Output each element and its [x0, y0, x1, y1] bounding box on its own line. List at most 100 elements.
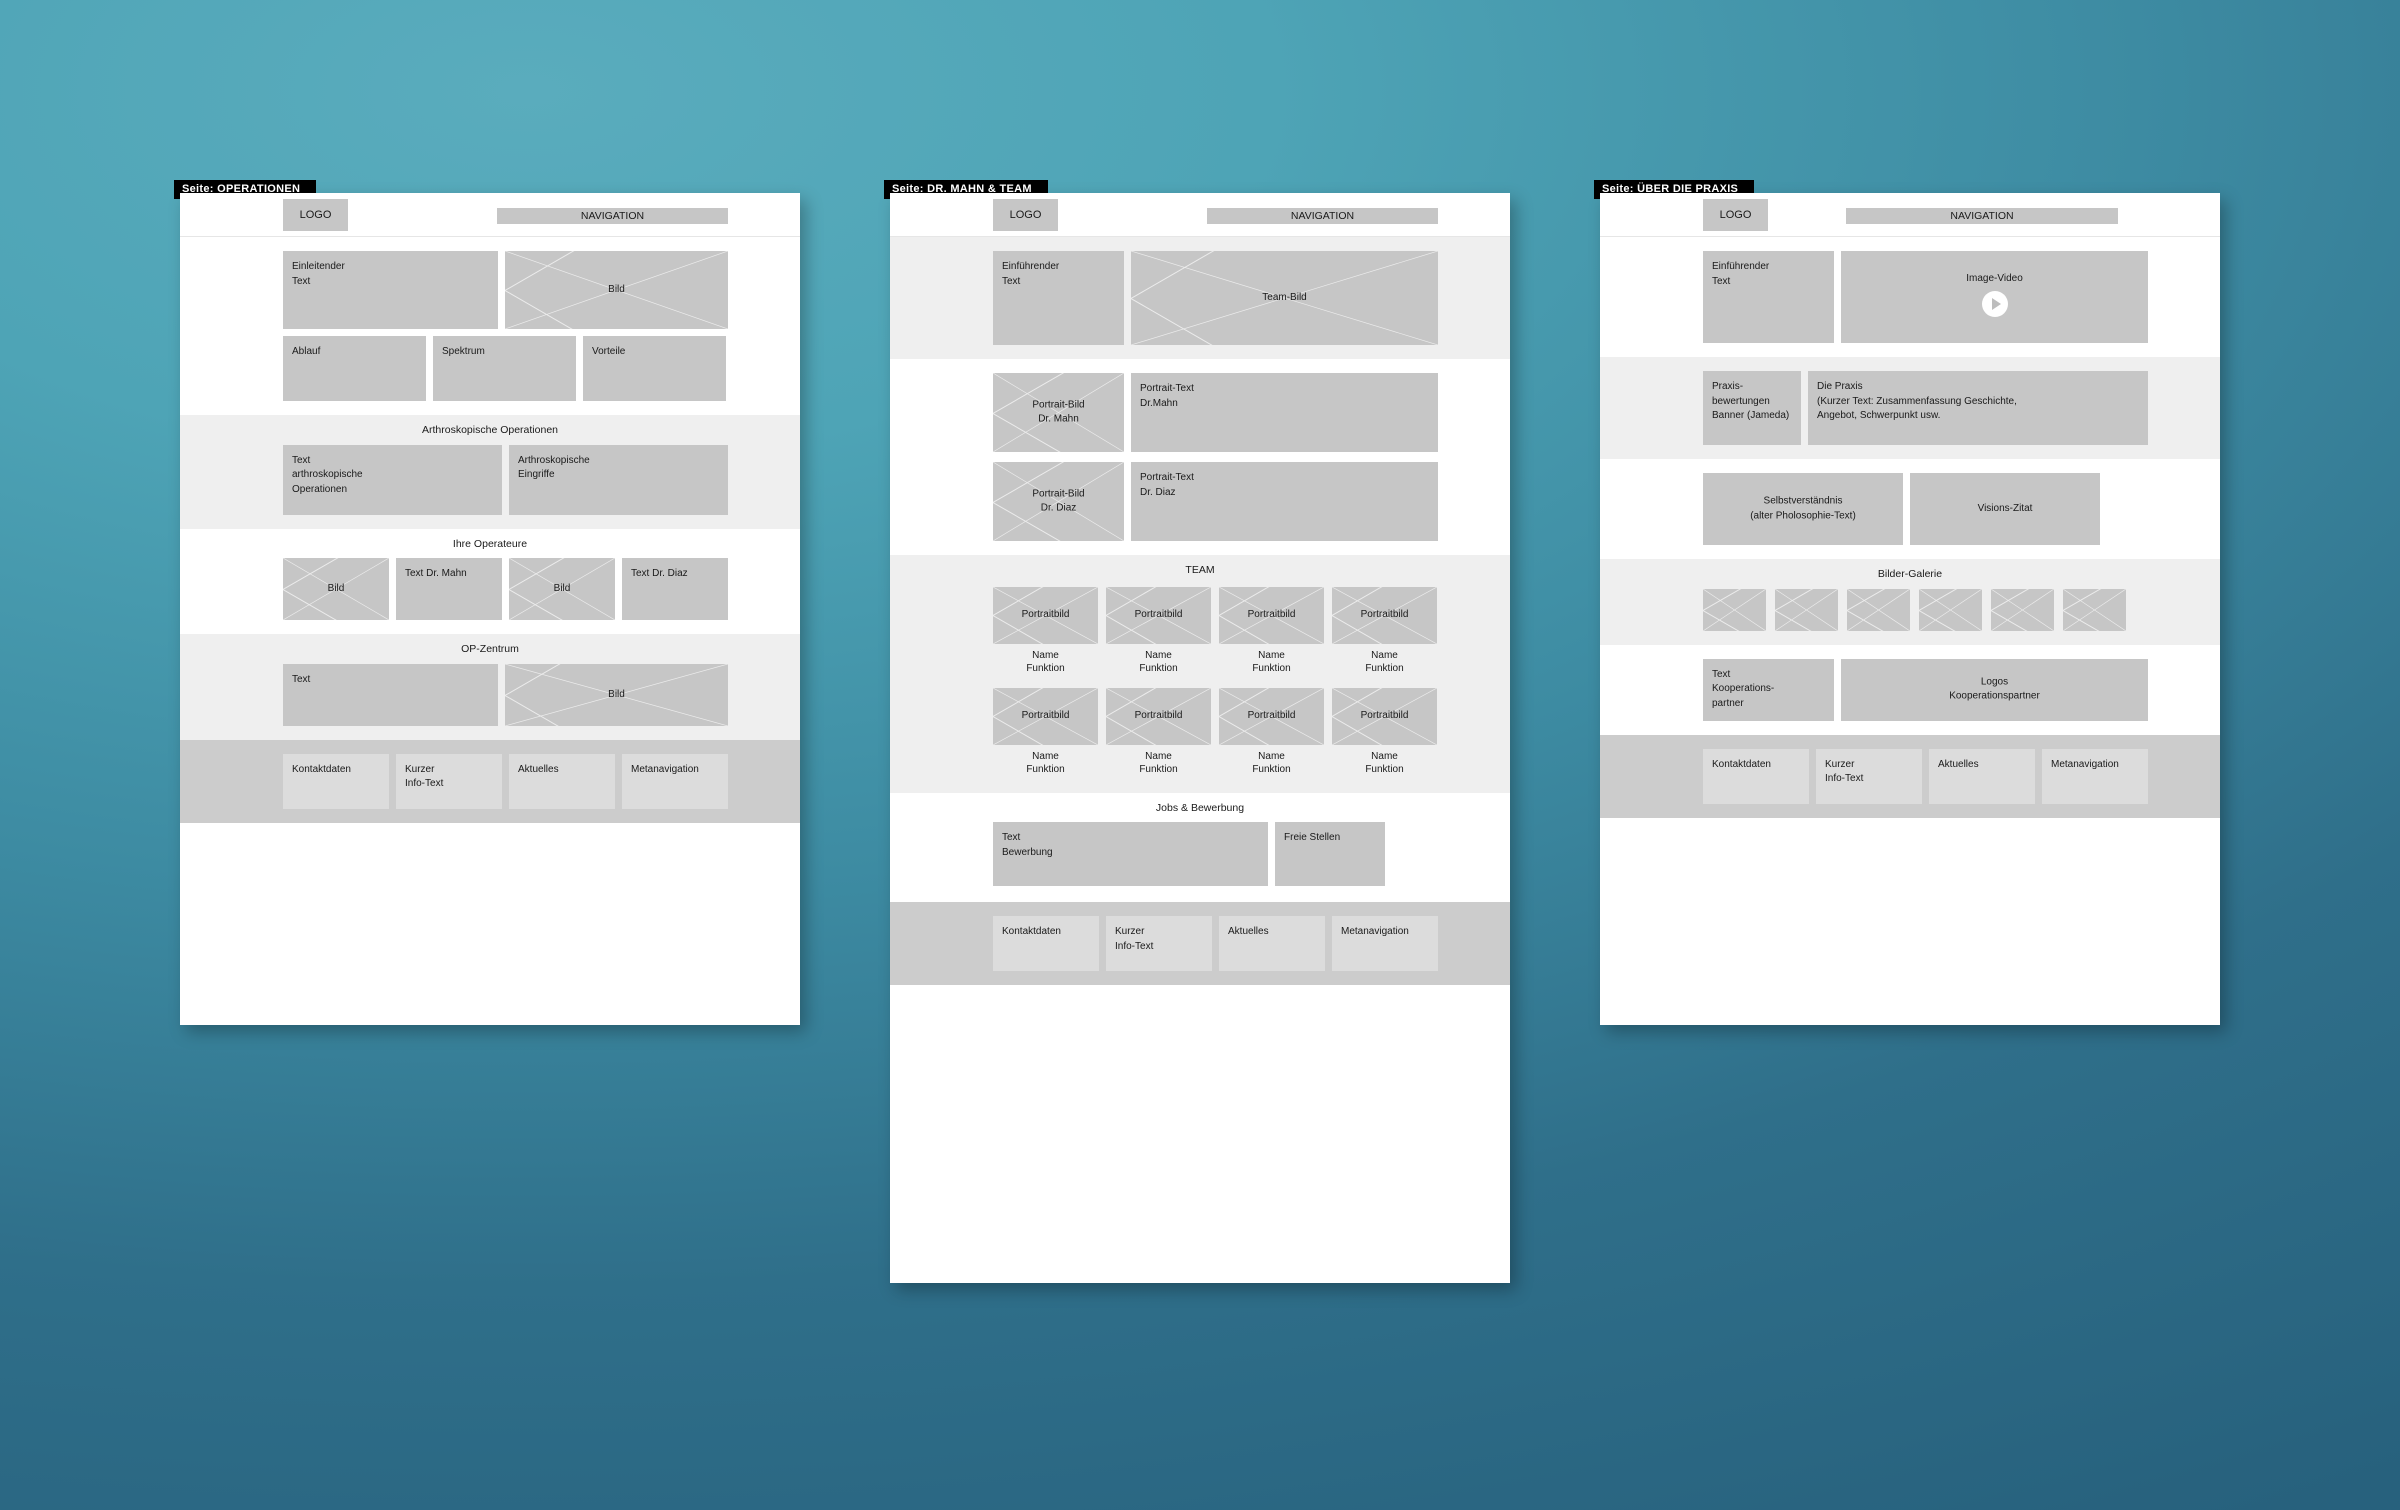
block-portraitbild[interactable]: Portraitbild: [1332, 586, 1437, 644]
block-spektrum[interactable]: Spektrum: [433, 336, 576, 401]
team-member[interactable]: Portraitbild Name Funktion: [1332, 586, 1437, 676]
team-member[interactable]: Portraitbild Name Funktion: [993, 687, 1098, 777]
block-text-kooperationspartner[interactable]: Text Kooperations- partner: [1703, 658, 1834, 721]
gallery-thumb[interactable]: [1847, 588, 1910, 631]
block-praxisbewertungen-banner[interactable]: Praxis- bewertungen Banner (Jameda): [1703, 371, 1801, 445]
block-ablauf[interactable]: Ablauf: [283, 336, 426, 401]
section-portraits: Portrait-Bild Dr. Mahn Portrait-Text Dr.…: [890, 359, 1510, 555]
logo-box[interactable]: LOGO: [1703, 199, 1768, 231]
navigation-bar[interactable]: NAVIGATION: [497, 208, 728, 224]
block-visions-zitat[interactable]: Visions-Zitat: [1910, 473, 2100, 545]
team-member[interactable]: Portraitbild Name Funktion: [1106, 586, 1211, 676]
image-placeholder-icon: [1919, 589, 1982, 631]
block-text-arthroskopische-operationen[interactable]: Text arthroskopische Operationen: [283, 444, 502, 515]
footer-aktuelles[interactable]: Aktuelles: [1929, 748, 2035, 804]
gallery-thumb[interactable]: [2063, 588, 2126, 631]
block-bild-dr-diaz[interactable]: Bild: [509, 558, 615, 621]
block-selbstverstaendnis[interactable]: Selbstverständnis (alter Pholosophie-Tex…: [1703, 473, 1903, 545]
block-label: Einleitender Text: [292, 261, 345, 287]
footer-kontaktdaten[interactable]: Kontaktdaten: [1703, 748, 1809, 804]
block-einfuehrender-text[interactable]: Einführender Text: [1703, 251, 1834, 343]
section-title: Ihre Operateure: [452, 537, 528, 550]
block-portraitbild[interactable]: Portraitbild: [1106, 687, 1211, 745]
navigation-bar[interactable]: NAVIGATION: [1207, 208, 1438, 224]
block-label: Text Dr. Diaz: [631, 568, 688, 580]
block-portrait-text-dr-diaz[interactable]: Portrait-Text Dr. Diaz: [1131, 462, 1438, 541]
footer-aktuelles[interactable]: Aktuelles: [509, 753, 615, 809]
gallery-thumb[interactable]: [1703, 588, 1766, 631]
block-label: Aktuelles: [518, 763, 559, 775]
section-title: Arthroskopische Operationen: [422, 424, 558, 436]
gallery-thumb[interactable]: [1919, 588, 1982, 631]
board-ueber-die-praxis[interactable]: Seite: ÜBER DIE PRAXIS LOGO NAVIGATION E…: [1594, 180, 2220, 1025]
footer-kurzer-info-text[interactable]: Kurzer Info-Text: [1106, 916, 1212, 972]
block-bild-dr-mahn[interactable]: Bild: [283, 558, 389, 621]
team-member[interactable]: Portraitbild Name Funktion: [993, 586, 1098, 676]
block-portrait-text-dr-mahn[interactable]: Portrait-Text Dr.Mahn: [1131, 373, 1438, 452]
team-row-2: Portraitbild Name Funktion Portraitbild …: [993, 687, 1438, 777]
block-image-video[interactable]: Image-Video: [1841, 251, 2148, 343]
team-member-caption: Name Funktion: [1252, 649, 1291, 675]
navigation-bar[interactable]: NAVIGATION: [1846, 208, 2118, 224]
block-text-dr-diaz[interactable]: Text Dr. Diaz: [622, 558, 728, 621]
image-placeholder-icon: [2063, 589, 2126, 631]
team-member[interactable]: Portraitbild Name Funktion: [1219, 586, 1324, 676]
intro-row-1: Einleitender Text Bild: [283, 251, 728, 329]
play-icon[interactable]: [1981, 291, 2008, 317]
block-label: Metanavigation: [2051, 758, 2119, 770]
team-member-caption: Name Funktion: [1139, 649, 1178, 675]
block-die-praxis-text[interactable]: Die Praxis (Kurzer Text: Zusammenfassung…: [1808, 371, 2148, 445]
gallery-thumb[interactable]: [1991, 588, 2054, 631]
block-portraitbild[interactable]: Portraitbild: [1219, 586, 1324, 644]
block-text[interactable]: Text: [283, 663, 498, 726]
block-label: Bild: [608, 688, 625, 700]
footer-metanavigation[interactable]: Metanavigation: [2042, 748, 2148, 804]
footer-metanavigation[interactable]: Metanavigation: [622, 753, 728, 809]
wireframe-canvas: Seite: OPERATIONEN LOGO NAVIGATION Einle…: [0, 0, 2400, 1510]
block-portraitbild[interactable]: Portraitbild: [1106, 586, 1211, 644]
footer-metanavigation[interactable]: Metanavigation: [1332, 916, 1438, 972]
team-member[interactable]: Portraitbild Name Funktion: [1106, 687, 1211, 777]
team-member-caption: Name Funktion: [1365, 750, 1404, 776]
footer-kurzer-info-text[interactable]: Kurzer Info-Text: [1816, 748, 1922, 804]
block-team-bild[interactable]: Team-Bild: [1131, 251, 1438, 345]
team-member[interactable]: Portraitbild Name Funktion: [1332, 687, 1437, 777]
block-einfuehrender-text[interactable]: Einführender Text: [993, 251, 1124, 345]
block-label: Kurzer Info-Text: [1825, 758, 1864, 785]
block-label: Text Dr. Mahn: [405, 568, 467, 580]
block-portraitbild[interactable]: Portraitbild: [993, 586, 1098, 644]
footer-kontaktdaten[interactable]: Kontaktdaten: [993, 916, 1099, 972]
block-portraitbild[interactable]: Portraitbild: [993, 687, 1098, 745]
block-portrait-bild-dr-mahn[interactable]: Portrait-Bild Dr. Mahn: [993, 373, 1124, 452]
logo-box[interactable]: LOGO: [283, 199, 348, 231]
footer-kontaktdaten[interactable]: Kontaktdaten: [283, 753, 389, 809]
block-label: Portraitbild: [1021, 709, 1070, 721]
block-portraitbild[interactable]: Portraitbild: [1332, 687, 1437, 745]
footer-aktuelles[interactable]: Aktuelles: [1219, 916, 1325, 972]
block-label: Einführender Text: [1002, 261, 1060, 287]
block-freie-stellen[interactable]: Freie Stellen: [1275, 822, 1385, 887]
block-text-dr-mahn[interactable]: Text Dr. Mahn: [396, 558, 502, 621]
block-bild[interactable]: Bild: [505, 251, 728, 329]
footer-kurzer-info-text[interactable]: Kurzer Info-Text: [396, 753, 502, 809]
block-logos-kooperationspartner[interactable]: Logos Kooperationspartner: [1841, 658, 2148, 721]
block-vorteile[interactable]: Vorteile: [583, 336, 726, 401]
team-member-caption: Name Funktion: [1026, 750, 1065, 776]
page-header: LOGO NAVIGATION: [180, 193, 800, 237]
block-text-bewerbung[interactable]: Text Bewerbung: [993, 822, 1268, 887]
block-label: Spektrum: [442, 346, 485, 357]
team-row-1: Portraitbild Name Funktion Portraitbild …: [993, 586, 1438, 676]
block-portraitbild[interactable]: Portraitbild: [1219, 687, 1324, 745]
logo-box[interactable]: LOGO: [993, 199, 1058, 231]
block-portrait-bild-dr-diaz[interactable]: Portrait-Bild Dr. Diaz: [993, 462, 1124, 541]
footer-row: Kontaktdaten Kurzer Info-Text Aktuelles …: [283, 753, 728, 809]
section-title: Jobs & Bewerbung: [1155, 801, 1245, 814]
gallery-thumb[interactable]: [1775, 588, 1838, 631]
block-einleitender-text[interactable]: Einleitender Text: [283, 251, 498, 329]
team-member[interactable]: Portraitbild Name Funktion: [1219, 687, 1324, 777]
block-bild[interactable]: Bild: [505, 663, 728, 726]
page-header: LOGO NAVIGATION: [1600, 193, 2220, 237]
board-operationen[interactable]: Seite: OPERATIONEN LOGO NAVIGATION Einle…: [174, 180, 800, 1025]
block-arthroskopische-eingriffe[interactable]: Arthroskopische Eingriffe: [509, 444, 728, 515]
board-dr-mahn-team[interactable]: Seite: DR. MAHN & TEAM LOGO NAVIGATION E…: [884, 180, 1510, 1283]
